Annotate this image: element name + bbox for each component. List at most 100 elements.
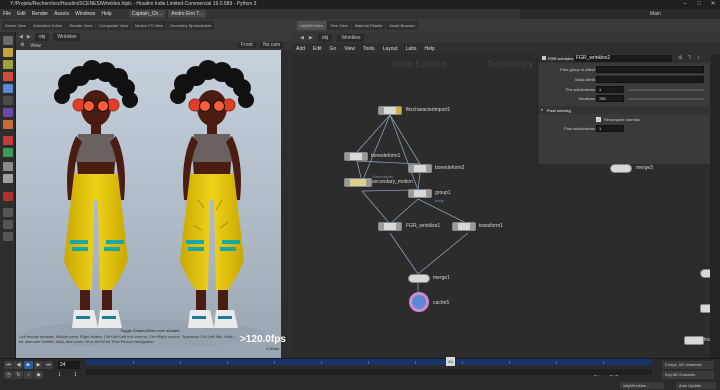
path-wrinkles[interactable]: Wrinkles xyxy=(53,32,81,41)
node-fgr-wrinkles1[interactable] xyxy=(378,222,402,231)
net-menu-edit[interactable]: Edit xyxy=(309,46,326,52)
net-menu-go[interactable]: Go xyxy=(326,46,341,52)
scene-viewport[interactable] xyxy=(16,50,281,358)
menu-render[interactable]: Render xyxy=(29,11,51,17)
post-solving-section[interactable]: ▾ Post solving xyxy=(538,106,711,114)
jump-end-icon[interactable]: ⏭ xyxy=(44,361,53,369)
forward-arrow-icon[interactable]: ▶ xyxy=(27,34,31,40)
recompute-checkbox[interactable]: ✓ xyxy=(596,117,601,122)
lights-icon[interactable] xyxy=(3,220,13,229)
ruler-icon[interactable] xyxy=(3,174,13,183)
post-subdivisions-field[interactable]: 1 xyxy=(596,125,624,132)
net-menu-tools[interactable]: Tools xyxy=(359,46,379,52)
desktop-selector[interactable]: Main xyxy=(520,9,720,19)
record-icon[interactable] xyxy=(3,192,13,201)
layout-icon[interactable] xyxy=(3,208,13,217)
rotate-tool-icon[interactable] xyxy=(3,60,13,69)
menu-assets[interactable]: Assets xyxy=(51,11,72,17)
info-icon[interactable]: i xyxy=(698,55,699,61)
gear-icon[interactable]: ⚙ xyxy=(20,42,24,48)
back-arrow-icon[interactable]: ◀ xyxy=(300,35,304,41)
key-all-channels-button[interactable]: Key All Channels xyxy=(662,371,714,379)
net-menu-help[interactable]: Help xyxy=(421,46,439,52)
tab-network-wrinkles[interactable]: /obj/Wrinkles xyxy=(297,21,326,30)
gear-icon[interactable]: ⚙ xyxy=(678,55,682,61)
auto-update-dropdown[interactable]: Auto Update xyxy=(676,382,716,389)
scale-tool-icon[interactable] xyxy=(3,72,13,81)
shelf-tab-andre[interactable]: Andre Eiro T... xyxy=(168,10,206,18)
node-name-field[interactable]: FGR_wrinkles2 xyxy=(574,55,672,62)
jump-start-icon[interactable]: ⏮ xyxy=(4,361,13,369)
shelf-tab-captain[interactable]: Captain_Ch... xyxy=(128,10,166,18)
grid-snap-icon[interactable] xyxy=(3,148,13,157)
node-merge1[interactable] xyxy=(408,274,430,283)
timeline-path[interactable]: /obj/Wrinkles... xyxy=(620,382,664,389)
audio-icon[interactable]: ♪ xyxy=(24,371,33,379)
snap-icon[interactable] xyxy=(3,136,13,145)
node-bonedeform1[interactable] xyxy=(344,152,368,161)
tab-animation-editor[interactable]: Animation Editor xyxy=(30,21,66,30)
current-frame-field[interactable]: 24 xyxy=(58,361,80,369)
net-path-obj[interactable]: obj xyxy=(317,33,333,42)
loop-icon[interactable]: ↻ xyxy=(14,371,23,379)
handle-tool-icon[interactable] xyxy=(3,96,13,105)
view-tool-icon[interactable] xyxy=(3,108,13,117)
tab-composite-view[interactable]: Composite View xyxy=(96,21,132,30)
close-button[interactable]: ✕ xyxy=(706,0,720,9)
mask-attrib-field[interactable] xyxy=(596,76,704,83)
minimize-button[interactable]: – xyxy=(678,0,692,9)
iterations-slider[interactable] xyxy=(628,98,704,100)
net-menu-view[interactable]: View xyxy=(340,46,359,52)
keys-status[interactable]: 0 keys, 0/0 channels xyxy=(662,361,714,369)
menu-windows[interactable]: Windows xyxy=(72,11,98,17)
tab-material-palette[interactable]: Material Palette xyxy=(351,21,386,30)
node-transform1[interactable] xyxy=(452,222,476,231)
help-icon[interactable]: ? xyxy=(688,55,691,61)
camera-icon[interactable] xyxy=(3,232,13,241)
node-bonedeform2[interactable] xyxy=(408,164,432,173)
node-merge-offscreen[interactable] xyxy=(700,269,710,278)
range-start[interactable]: 1 xyxy=(58,372,61,378)
node-offscreen[interactable] xyxy=(700,304,710,313)
node-merge3[interactable] xyxy=(610,164,632,173)
select-tool-icon[interactable] xyxy=(3,36,13,45)
brush-tool-icon[interactable] xyxy=(3,120,13,129)
forward-arrow-icon[interactable]: ▶ xyxy=(309,35,313,41)
timeline-scrubber[interactable]: 24 xyxy=(86,357,652,366)
key-icon[interactable]: ◆ xyxy=(34,371,43,379)
camera-dropdown[interactable]: No cam xyxy=(260,42,284,48)
menu-help[interactable]: Help xyxy=(98,11,114,17)
tab-render-view[interactable]: Render View xyxy=(66,21,96,30)
node-transform-offscreen[interactable] xyxy=(684,336,704,345)
maximize-button[interactable]: □ xyxy=(692,0,706,9)
realtime-icon[interactable]: ◷ xyxy=(4,371,13,379)
play-icon[interactable]: ▶ xyxy=(24,361,33,369)
pose-tool-icon[interactable] xyxy=(3,84,13,93)
frame-range-bar[interactable] xyxy=(86,369,652,375)
view-dropdown[interactable]: Front xyxy=(238,42,256,48)
menu-edit[interactable]: Edit xyxy=(14,11,29,17)
frame-marker[interactable]: 24 xyxy=(446,357,455,366)
pre-subdivisions-field[interactable]: 1 xyxy=(596,86,624,93)
node-group1[interactable] xyxy=(408,189,432,198)
net-menu-labs[interactable]: Labs xyxy=(402,46,421,52)
node-fbxcharacterimport1[interactable] xyxy=(378,106,402,115)
net-menu-add[interactable]: Add xyxy=(292,46,309,52)
tab-motion-fx-view[interactable]: Motion FX View xyxy=(132,21,167,30)
step-back-icon[interactable]: ◀ xyxy=(14,361,23,369)
node-cache5[interactable] xyxy=(409,292,429,312)
move-tool-icon[interactable] xyxy=(3,48,13,57)
magnet-icon[interactable] xyxy=(3,162,13,171)
tab-geometry-spreadsheet[interactable]: Geometry Spreadsheet xyxy=(167,21,215,30)
menu-file[interactable]: File xyxy=(0,11,14,17)
tab-asset-browser[interactable]: Asset Browser xyxy=(386,21,419,30)
tab-tree-view[interactable]: Tree View xyxy=(326,21,351,30)
range-start-2[interactable]: 1 xyxy=(74,372,77,378)
step-forward-icon[interactable]: ▶ xyxy=(34,361,43,369)
iterations-field[interactable]: 750 xyxy=(596,95,624,102)
prim-group-field[interactable] xyxy=(596,66,704,73)
tab-scene-view[interactable]: Scene View xyxy=(2,21,30,30)
net-path-wrinkles[interactable]: Wrinkles xyxy=(337,33,365,42)
node-secondary-motion[interactable] xyxy=(344,178,372,187)
back-arrow-icon[interactable]: ◀ xyxy=(19,34,23,40)
